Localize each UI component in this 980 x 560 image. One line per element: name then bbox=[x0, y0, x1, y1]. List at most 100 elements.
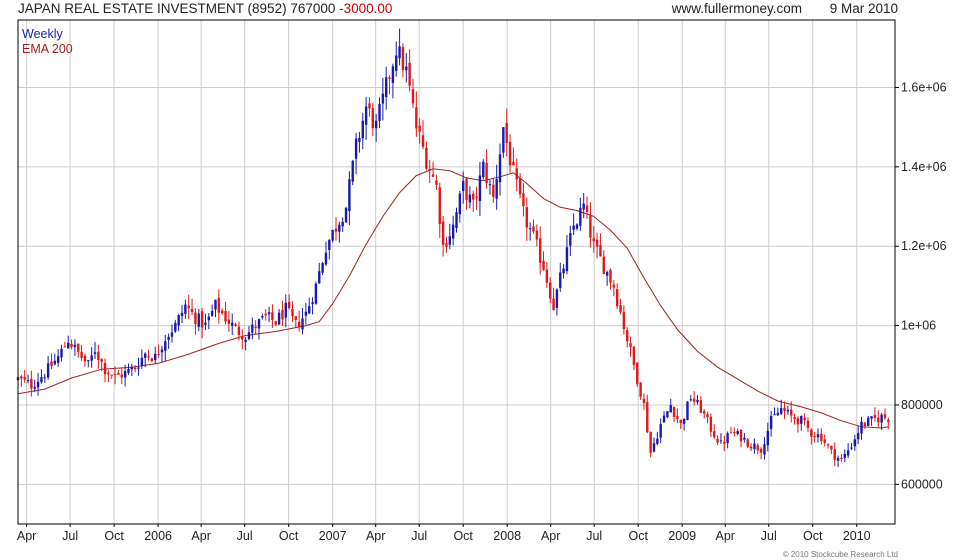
candle-body bbox=[749, 446, 753, 449]
candle-body bbox=[257, 319, 261, 329]
candle-body bbox=[686, 401, 689, 421]
candle-body bbox=[636, 362, 639, 385]
candle-body bbox=[381, 93, 385, 104]
candle-body bbox=[361, 120, 364, 139]
candle-body bbox=[612, 284, 616, 288]
candle-body bbox=[46, 363, 50, 378]
candle-body bbox=[535, 230, 539, 240]
candle-body bbox=[753, 443, 756, 450]
candle-body bbox=[190, 308, 194, 313]
candle-body bbox=[73, 344, 77, 348]
candle-body bbox=[110, 374, 113, 376]
candle-body bbox=[756, 445, 759, 451]
candle-body bbox=[579, 207, 582, 226]
candle-body bbox=[341, 221, 344, 227]
candle-body bbox=[482, 161, 485, 178]
candle-body bbox=[174, 322, 177, 332]
candle-body bbox=[160, 349, 164, 353]
candle-body bbox=[642, 398, 646, 403]
candle-body bbox=[696, 399, 699, 403]
candle-body bbox=[204, 322, 207, 325]
candle-body bbox=[241, 335, 244, 340]
candle-body bbox=[719, 440, 723, 442]
candle-body bbox=[314, 283, 318, 304]
candle-body bbox=[197, 313, 200, 327]
candle-body bbox=[766, 430, 770, 446]
candle-body bbox=[823, 439, 826, 443]
candle-body bbox=[247, 332, 251, 339]
candle-body bbox=[873, 414, 877, 419]
candle-body bbox=[669, 405, 672, 413]
candle-body bbox=[351, 160, 354, 182]
candle-body bbox=[405, 66, 408, 71]
x-tick-label: Jul bbox=[237, 529, 253, 543]
candle-body bbox=[184, 304, 187, 314]
candle-body bbox=[311, 302, 314, 305]
candle-body bbox=[100, 358, 103, 362]
candle-body bbox=[234, 324, 237, 326]
candle-body bbox=[746, 439, 749, 447]
candle-body bbox=[217, 297, 221, 313]
candle-body bbox=[887, 419, 890, 423]
candle-body bbox=[77, 343, 80, 352]
y-tick-label: 1.4e+06 bbox=[901, 160, 947, 174]
legend-ema-200: EMA 200 bbox=[22, 42, 73, 56]
y-tick-label: 1.2e+06 bbox=[901, 239, 947, 253]
candle-body bbox=[806, 420, 810, 428]
candle-body bbox=[622, 311, 626, 329]
candle-body bbox=[23, 376, 26, 380]
candle-body bbox=[90, 355, 93, 361]
candle-body bbox=[783, 407, 786, 411]
candle-body bbox=[431, 174, 435, 177]
candle-body bbox=[318, 271, 321, 284]
candle-body bbox=[676, 415, 679, 419]
candle-body bbox=[251, 324, 254, 333]
candle-body bbox=[297, 321, 301, 327]
candle-body bbox=[117, 372, 120, 375]
candle-body bbox=[565, 247, 569, 272]
candle-body bbox=[856, 433, 860, 440]
candle-body bbox=[883, 414, 887, 418]
candle-body bbox=[458, 193, 462, 215]
x-tick-label: Apr bbox=[541, 529, 560, 543]
candle-body bbox=[512, 161, 515, 166]
x-tick-label: 2009 bbox=[668, 529, 696, 543]
y-tick-label: 1e+06 bbox=[901, 319, 936, 333]
candle-body bbox=[180, 312, 184, 316]
candle-body bbox=[495, 179, 498, 199]
candle-body bbox=[284, 302, 287, 318]
candle-body bbox=[492, 184, 495, 197]
candle-body bbox=[331, 229, 334, 241]
candle-body bbox=[133, 367, 137, 370]
legend-weekly: Weekly bbox=[22, 27, 63, 41]
candle-body bbox=[364, 106, 368, 125]
candle-body bbox=[646, 402, 649, 433]
candle-body bbox=[846, 450, 850, 456]
candle-body bbox=[425, 147, 428, 169]
candle-body bbox=[518, 178, 522, 195]
candle-body bbox=[592, 238, 595, 242]
candle-body bbox=[800, 415, 803, 424]
candle-body bbox=[867, 417, 870, 426]
candle-body bbox=[56, 356, 60, 363]
candle-body bbox=[321, 263, 324, 273]
candle-body bbox=[231, 322, 234, 326]
candle-body bbox=[793, 416, 796, 420]
candle-body bbox=[713, 431, 716, 438]
candle-body bbox=[271, 312, 274, 320]
candle-body bbox=[468, 194, 472, 203]
candle-body bbox=[726, 433, 729, 444]
candle-body bbox=[736, 431, 739, 434]
candle-body bbox=[20, 376, 23, 379]
candle-body bbox=[63, 346, 67, 348]
candle-body bbox=[287, 301, 291, 309]
candle-body bbox=[639, 382, 642, 397]
x-tick-label: Jul bbox=[411, 529, 427, 543]
candle-body bbox=[83, 355, 87, 362]
candle-body bbox=[170, 332, 174, 337]
candle-body bbox=[461, 180, 465, 192]
candle-body bbox=[93, 352, 97, 354]
candle-body bbox=[763, 444, 766, 455]
candle-body bbox=[97, 351, 100, 360]
candle-body bbox=[140, 357, 144, 366]
